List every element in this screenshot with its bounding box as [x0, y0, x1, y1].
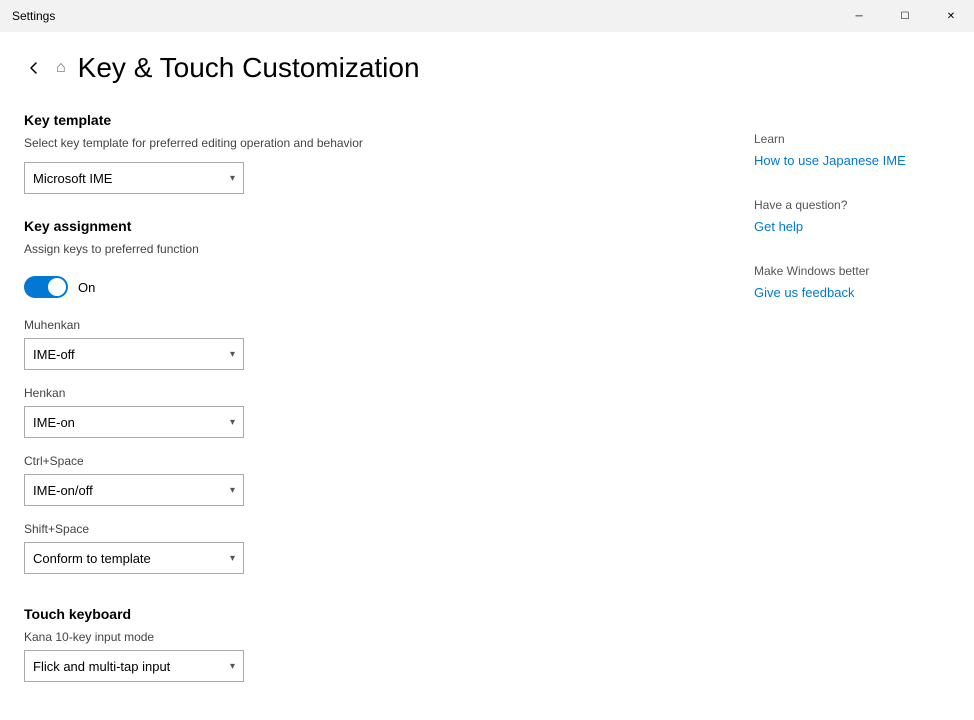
home-icon: ⌂ — [56, 59, 66, 77]
sidebar-question-section: Have a question? Get help — [754, 198, 954, 236]
toggle-row: Assign keys to preferred function — [24, 242, 694, 256]
sidebar-feedback-title: Make Windows better — [754, 264, 954, 278]
key-template-desc: Select key template for preferred editin… — [24, 136, 694, 150]
maximize-button[interactable]: ☐ — [882, 0, 928, 32]
sidebar-learn-link[interactable]: How to use Japanese IME — [754, 153, 906, 168]
kana-label: Kana 10-key input mode — [24, 630, 694, 644]
henkan-label: Henkan — [24, 386, 694, 400]
henkan-dropdown[interactable]: IME-on ▾ — [24, 406, 244, 438]
assign-toggle-row: On — [24, 276, 694, 298]
shift-space-label: Shift+Space — [24, 522, 694, 536]
touch-keyboard-title: Touch keyboard — [24, 606, 694, 622]
sidebar-question-link[interactable]: Get help — [754, 219, 803, 234]
kana-value: Flick and multi-tap input — [33, 659, 170, 674]
key-template-section: Key template Select key template for pre… — [24, 112, 694, 194]
muhenkan-arrow-icon: ▾ — [230, 349, 235, 360]
main-content: ⌂ Key & Touch Customization Key template… — [0, 32, 734, 720]
muhenkan-dropdown[interactable]: IME-off ▾ — [24, 338, 244, 370]
key-template-title: Key template — [24, 112, 694, 128]
key-template-value: Microsoft IME — [33, 171, 112, 186]
shift-space-arrow-icon: ▾ — [230, 553, 235, 564]
ctrl-space-group: Ctrl+Space IME-on/off ▾ — [24, 454, 694, 506]
henkan-arrow-icon: ▾ — [230, 417, 235, 428]
shift-space-dropdown[interactable]: Conform to template ▾ — [24, 542, 244, 574]
titlebar: Settings ─ ☐ ✕ — [0, 0, 974, 32]
toggle-desc: Assign keys to preferred function — [24, 242, 199, 256]
window: Settings ─ ☐ ✕ ⌂ Key & Touch Customizati… — [0, 0, 974, 720]
muhenkan-value: IME-off — [33, 347, 75, 362]
ctrl-space-value: IME-on/off — [33, 483, 93, 498]
touch-keyboard-section: Touch keyboard Kana 10-key input mode Fl… — [24, 606, 694, 682]
kana-dropdown[interactable]: Flick and multi-tap input ▾ — [24, 650, 244, 682]
sidebar-learn-title: Learn — [754, 132, 954, 146]
key-template-dropdown[interactable]: Microsoft IME ▾ — [24, 162, 244, 194]
sidebar: Learn How to use Japanese IME Have a que… — [734, 32, 974, 720]
kana-arrow-icon: ▾ — [230, 661, 235, 672]
toggle-state-label: On — [78, 280, 95, 295]
henkan-value: IME-on — [33, 415, 75, 430]
shift-space-value: Conform to template — [33, 551, 151, 566]
muhenkan-label: Muhenkan — [24, 318, 694, 332]
page-title: Key & Touch Customization — [78, 52, 420, 84]
sidebar-learn-section: Learn How to use Japanese IME — [754, 132, 954, 170]
key-assignment-title: Key assignment — [24, 218, 694, 234]
app-title: Settings — [12, 9, 55, 23]
minimize-button[interactable]: ─ — [836, 0, 882, 32]
close-button[interactable]: ✕ — [928, 0, 974, 32]
titlebar-left: Settings — [12, 9, 55, 23]
ctrl-space-label: Ctrl+Space — [24, 454, 694, 468]
back-button[interactable] — [24, 58, 44, 78]
key-assignment-section: Key assignment Assign keys to preferred … — [24, 218, 694, 574]
assign-toggle[interactable] — [24, 276, 68, 298]
back-arrow-icon — [28, 62, 40, 74]
kana-group: Kana 10-key input mode Flick and multi-t… — [24, 630, 694, 682]
ctrl-space-dropdown[interactable]: IME-on/off ▾ — [24, 474, 244, 506]
key-template-arrow-icon: ▾ — [230, 173, 235, 184]
henkan-group: Henkan IME-on ▾ — [24, 386, 694, 438]
sidebar-feedback-link[interactable]: Give us feedback — [754, 285, 854, 300]
content-area: ⌂ Key & Touch Customization Key template… — [0, 32, 974, 720]
toggle-knob — [48, 278, 66, 296]
titlebar-controls: ─ ☐ ✕ — [836, 0, 974, 32]
ctrl-space-arrow-icon: ▾ — [230, 485, 235, 496]
muhenkan-group: Muhenkan IME-off ▾ — [24, 318, 694, 370]
sidebar-feedback-section: Make Windows better Give us feedback — [754, 264, 954, 302]
page-header: ⌂ Key & Touch Customization — [24, 52, 694, 84]
sidebar-question-title: Have a question? — [754, 198, 954, 212]
shift-space-group: Shift+Space Conform to template ▾ — [24, 522, 694, 574]
